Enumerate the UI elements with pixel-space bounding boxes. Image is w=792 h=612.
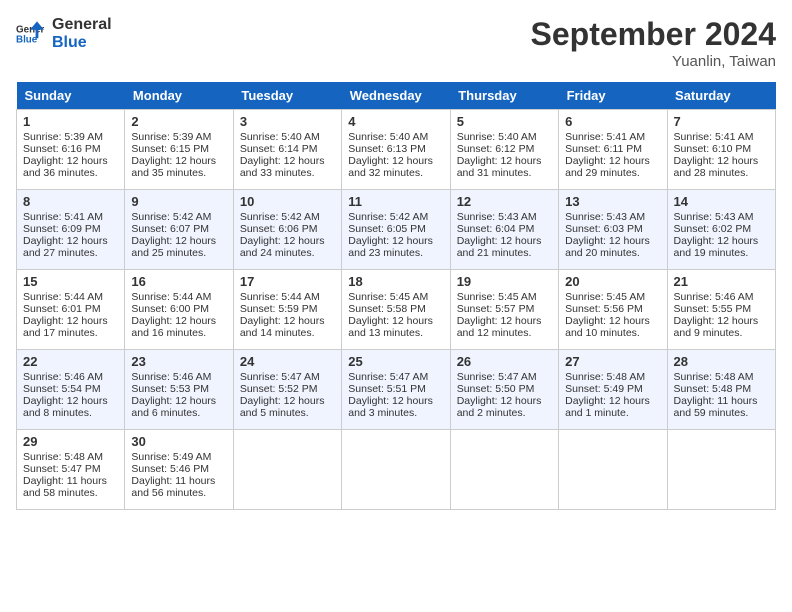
table-row: 16Sunrise: 5:44 AMSunset: 6:00 PMDayligh… <box>125 270 233 350</box>
col-wednesday: Wednesday <box>342 82 450 110</box>
table-row: 30Sunrise: 5:49 AMSunset: 5:46 PMDayligh… <box>125 430 233 510</box>
table-row: 21Sunrise: 5:46 AMSunset: 5:55 PMDayligh… <box>667 270 775 350</box>
table-row: 27Sunrise: 5:48 AMSunset: 5:49 PMDayligh… <box>559 350 667 430</box>
day-number: 29 <box>23 434 118 449</box>
table-row: 23Sunrise: 5:46 AMSunset: 5:53 PMDayligh… <box>125 350 233 430</box>
table-row: 9Sunrise: 5:42 AMSunset: 6:07 PMDaylight… <box>125 190 233 270</box>
table-row: 5Sunrise: 5:40 AMSunset: 6:12 PMDaylight… <box>450 110 558 190</box>
day-number: 1 <box>23 114 118 129</box>
table-row: 1Sunrise: 5:39 AMSunset: 6:16 PMDaylight… <box>17 110 125 190</box>
table-row: 15Sunrise: 5:44 AMSunset: 6:01 PMDayligh… <box>17 270 125 350</box>
day-number: 7 <box>674 114 769 129</box>
col-tuesday: Tuesday <box>233 82 341 110</box>
day-number: 23 <box>131 354 226 369</box>
table-row <box>450 430 558 510</box>
day-number: 10 <box>240 194 335 209</box>
table-row <box>559 430 667 510</box>
day-number: 16 <box>131 274 226 289</box>
header: General Blue General Blue September 2024… <box>16 16 776 70</box>
month-title: September 2024 <box>531 16 776 53</box>
col-friday: Friday <box>559 82 667 110</box>
day-number: 22 <box>23 354 118 369</box>
table-row: 14Sunrise: 5:43 AMSunset: 6:02 PMDayligh… <box>667 190 775 270</box>
day-number: 25 <box>348 354 443 369</box>
table-row: 17Sunrise: 5:44 AMSunset: 5:59 PMDayligh… <box>233 270 341 350</box>
table-row: 25Sunrise: 5:47 AMSunset: 5:51 PMDayligh… <box>342 350 450 430</box>
table-row <box>342 430 450 510</box>
logo-blue: Blue <box>52 34 112 52</box>
svg-text:Blue: Blue <box>16 34 38 45</box>
day-number: 28 <box>674 354 769 369</box>
table-row: 10Sunrise: 5:42 AMSunset: 6:06 PMDayligh… <box>233 190 341 270</box>
day-number: 26 <box>457 354 552 369</box>
table-row: 2Sunrise: 5:39 AMSunset: 6:15 PMDaylight… <box>125 110 233 190</box>
day-number: 4 <box>348 114 443 129</box>
day-number: 11 <box>348 194 443 209</box>
table-row: 13Sunrise: 5:43 AMSunset: 6:03 PMDayligh… <box>559 190 667 270</box>
day-number: 24 <box>240 354 335 369</box>
day-number: 27 <box>565 354 660 369</box>
day-number: 9 <box>131 194 226 209</box>
table-row: 12Sunrise: 5:43 AMSunset: 6:04 PMDayligh… <box>450 190 558 270</box>
title-area: September 2024 Yuanlin, Taiwan <box>531 16 776 70</box>
day-number: 13 <box>565 194 660 209</box>
day-number: 8 <box>23 194 118 209</box>
table-row: 8Sunrise: 5:41 AMSunset: 6:09 PMDaylight… <box>17 190 125 270</box>
day-number: 14 <box>674 194 769 209</box>
table-row: 6Sunrise: 5:41 AMSunset: 6:11 PMDaylight… <box>559 110 667 190</box>
logo: General Blue General Blue <box>16 16 112 51</box>
day-number: 12 <box>457 194 552 209</box>
col-saturday: Saturday <box>667 82 775 110</box>
day-number: 5 <box>457 114 552 129</box>
day-number: 19 <box>457 274 552 289</box>
day-number: 6 <box>565 114 660 129</box>
table-row: 24Sunrise: 5:47 AMSunset: 5:52 PMDayligh… <box>233 350 341 430</box>
table-row <box>667 430 775 510</box>
col-thursday: Thursday <box>450 82 558 110</box>
table-row: 4Sunrise: 5:40 AMSunset: 6:13 PMDaylight… <box>342 110 450 190</box>
location-title: Yuanlin, Taiwan <box>531 53 776 70</box>
day-number: 17 <box>240 274 335 289</box>
col-sunday: Sunday <box>17 82 125 110</box>
table-row: 19Sunrise: 5:45 AMSunset: 5:57 PMDayligh… <box>450 270 558 350</box>
table-row <box>233 430 341 510</box>
col-monday: Monday <box>125 82 233 110</box>
day-number: 15 <box>23 274 118 289</box>
table-row: 28Sunrise: 5:48 AMSunset: 5:48 PMDayligh… <box>667 350 775 430</box>
logo-general: General <box>52 16 112 34</box>
day-number: 30 <box>131 434 226 449</box>
day-number: 21 <box>674 274 769 289</box>
logo-icon: General Blue <box>16 20 44 48</box>
table-row: 3Sunrise: 5:40 AMSunset: 6:14 PMDaylight… <box>233 110 341 190</box>
day-number: 18 <box>348 274 443 289</box>
table-row: 26Sunrise: 5:47 AMSunset: 5:50 PMDayligh… <box>450 350 558 430</box>
day-number: 2 <box>131 114 226 129</box>
day-number: 3 <box>240 114 335 129</box>
table-row: 18Sunrise: 5:45 AMSunset: 5:58 PMDayligh… <box>342 270 450 350</box>
calendar-table: Sunday Monday Tuesday Wednesday Thursday… <box>16 82 776 510</box>
table-row: 11Sunrise: 5:42 AMSunset: 6:05 PMDayligh… <box>342 190 450 270</box>
table-row: 20Sunrise: 5:45 AMSunset: 5:56 PMDayligh… <box>559 270 667 350</box>
day-number: 20 <box>565 274 660 289</box>
table-row: 22Sunrise: 5:46 AMSunset: 5:54 PMDayligh… <box>17 350 125 430</box>
table-row: 29Sunrise: 5:48 AMSunset: 5:47 PMDayligh… <box>17 430 125 510</box>
table-row: 7Sunrise: 5:41 AMSunset: 6:10 PMDaylight… <box>667 110 775 190</box>
